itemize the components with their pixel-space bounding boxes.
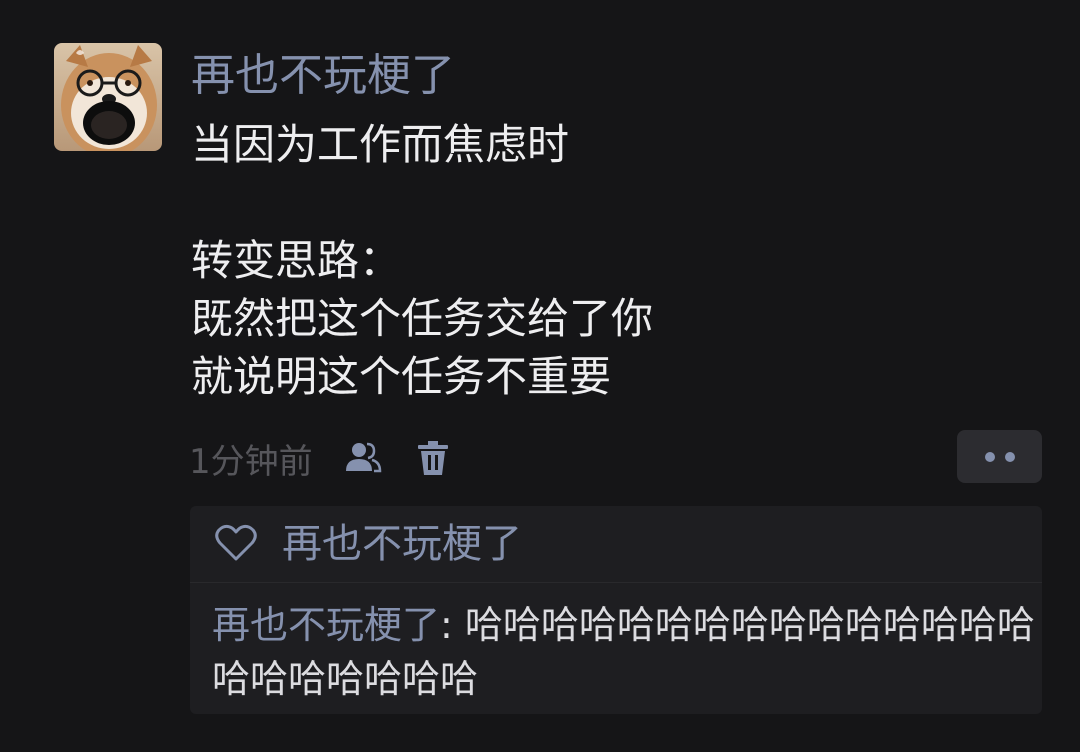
comment-author[interactable]: 再也不玩梗了 [212,603,440,647]
post-text-line: 既然把这个任务交给了你 [191,294,654,343]
more-options-button[interactable] [957,430,1042,483]
likes-row: 再也不玩梗了 [190,506,1042,583]
avatar[interactable] [54,43,162,151]
heart-icon [214,523,258,563]
more-dots-icon [984,451,1015,462]
post-meta-bar: 1分钟前 [189,432,453,484]
post-text-line: 当因为工作而焦虑时 [191,120,570,169]
post-text-line: 就说明这个任务不重要 [191,352,612,401]
trash-icon[interactable] [413,438,453,478]
post-timestamp: 1分钟前 [189,441,313,482]
comment-item[interactable]: 再也不玩梗了: 哈哈哈哈哈哈哈哈哈哈哈哈哈哈哈哈哈哈哈哈哈哈 [212,598,1040,706]
post-author-name[interactable]: 再也不玩梗了 [191,48,455,104]
comment-separator: : [440,603,465,647]
post-content: 当因为工作而焦虑时 转变思路： 既然把这个任务交给了你 就说明这个任务不重要 [191,116,1051,406]
post-text-line: 转变思路： [191,236,402,285]
friends-icon[interactable] [343,438,383,478]
likes-comments-panel: 再也不玩梗了 再也不玩梗了: 哈哈哈哈哈哈哈哈哈哈哈哈哈哈哈哈哈哈哈哈哈哈 [190,506,1042,714]
like-user-name[interactable]: 再也不玩梗了 [282,514,522,574]
